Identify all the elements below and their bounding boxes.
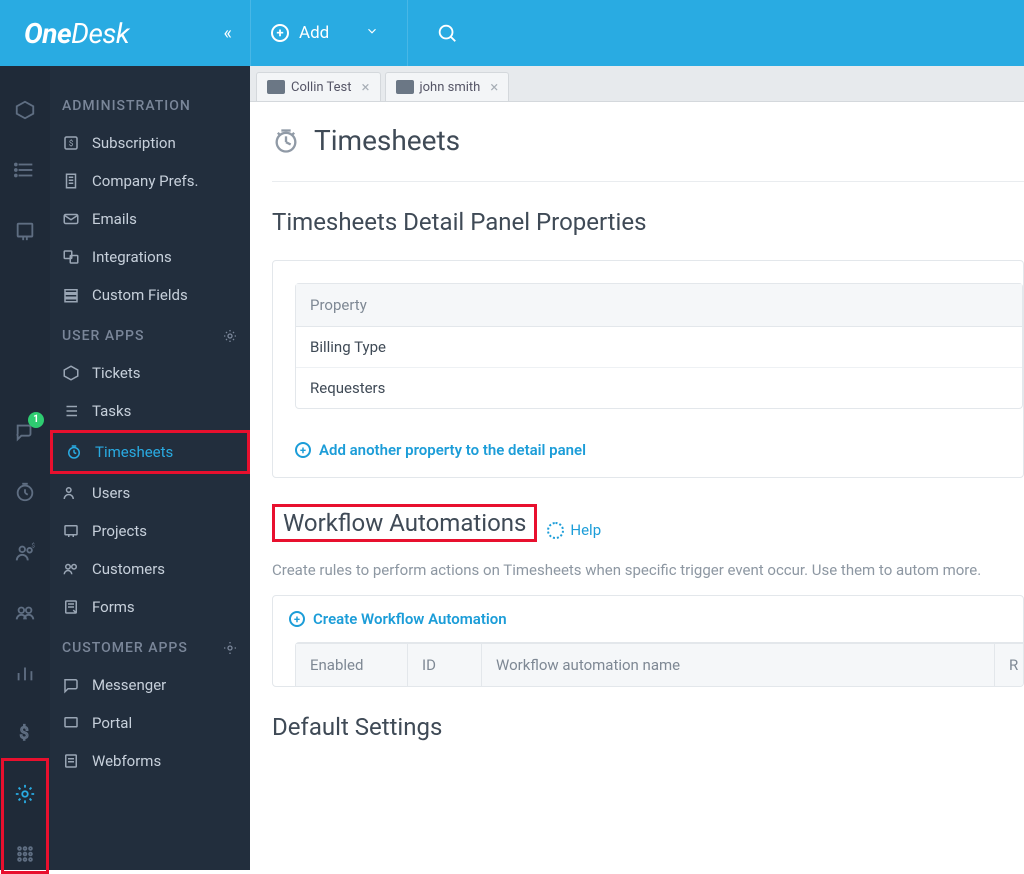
customers-icon [62, 560, 80, 578]
nav-company-prefs[interactable]: Company Prefs. [50, 162, 250, 200]
fields-icon [62, 286, 80, 304]
page-header: Timesheets [272, 124, 1024, 182]
rail-finance-icon[interactable]: $ [0, 717, 50, 749]
tasks-icon [62, 402, 80, 420]
building-icon [62, 172, 80, 190]
spinner-icon [547, 522, 564, 539]
close-icon[interactable]: × [362, 78, 370, 96]
workflow-table-header: Enabled ID Workflow automation name R [296, 643, 1023, 686]
help-link[interactable]: Help [547, 521, 601, 539]
logo-area: OneDesk « [0, 0, 250, 66]
nav-portal[interactable]: Portal [50, 704, 250, 742]
nav-tasks[interactable]: Tasks [50, 392, 250, 430]
detail-panel-heading: Timesheets Detail Panel Properties [272, 208, 646, 236]
nav-messenger[interactable]: Messenger [50, 666, 250, 704]
plus-circle-icon: + [271, 24, 289, 42]
clock-icon [65, 443, 83, 461]
close-icon[interactable]: × [490, 78, 498, 96]
rail-customers-icon[interactable] [0, 597, 50, 629]
property-row[interactable]: Billing Type [296, 327, 1022, 368]
top-actions: + Add [250, 0, 1024, 66]
chevron-down-icon [365, 23, 379, 43]
section-user-apps: USER APPS [50, 314, 250, 354]
plus-circle-icon: + [289, 611, 305, 627]
nav-integrations[interactable]: Integrations [50, 238, 250, 276]
avatar-icon [396, 80, 414, 94]
section-administration: ADMINISTRATION [50, 84, 250, 124]
rail-users-icon[interactable]: $ [0, 536, 50, 568]
sidebar: ADMINISTRATION $Subscription Company Pre… [50, 66, 250, 870]
logo: OneDesk [24, 17, 129, 50]
clock-icon [272, 127, 300, 155]
avatar-icon [267, 80, 285, 94]
search-icon [436, 22, 458, 44]
main-area: Collin Test× john smith× Timesheets Time… [250, 66, 1024, 870]
nav-webforms[interactable]: Webforms [50, 742, 250, 780]
rail-tickets-icon[interactable] [0, 94, 50, 126]
nav-forms[interactable]: Forms [50, 588, 250, 626]
users-icon [62, 484, 80, 502]
svg-text:$: $ [69, 138, 74, 149]
col-name: Workflow automation name [482, 644, 995, 686]
page-title: Timesheets [314, 124, 460, 157]
gear-icon[interactable] [222, 640, 238, 656]
gear-icon[interactable] [222, 328, 238, 344]
add-label: Add [299, 23, 329, 43]
mail-icon [62, 210, 80, 228]
rail-highlight [1, 758, 49, 874]
nav-customers[interactable]: Customers [50, 550, 250, 588]
nav-custom-fields[interactable]: Custom Fields [50, 276, 250, 314]
property-row[interactable]: Requesters [296, 368, 1022, 408]
svg-text:$: $ [31, 542, 35, 550]
tab-collin-test[interactable]: Collin Test× [256, 72, 381, 101]
col-r: R [995, 644, 1023, 686]
badge-count: 1 [28, 412, 44, 428]
form-icon [62, 598, 80, 616]
workflow-description: Create rules to perform actions on Times… [272, 560, 1024, 581]
svg-text:$: $ [20, 725, 29, 744]
nav-emails[interactable]: Emails [50, 200, 250, 238]
rail-tasks-icon[interactable] [0, 154, 50, 186]
property-column-header: Property [296, 284, 1022, 327]
chat-icon [62, 676, 80, 694]
dollar-icon: $ [62, 134, 80, 152]
rail-projects-icon[interactable] [0, 215, 50, 247]
rail-messages-icon[interactable]: 1 [0, 416, 50, 448]
tab-strip: Collin Test× john smith× [250, 66, 1024, 102]
link-icon [62, 248, 80, 266]
rail-timesheets-icon[interactable] [0, 476, 50, 508]
projects-icon [62, 522, 80, 540]
create-workflow-link[interactable]: + Create Workflow Automation [289, 610, 1007, 628]
webform-icon [62, 752, 80, 770]
section-customer-apps: CUSTOMER APPS [50, 626, 250, 666]
nav-users[interactable]: Users [50, 474, 250, 512]
default-settings-heading: Default Settings [272, 713, 442, 741]
collapse-sidebar-button[interactable]: « [220, 19, 236, 48]
nav-tickets[interactable]: Tickets [50, 354, 250, 392]
search-button[interactable] [408, 0, 486, 66]
nav-subscription[interactable]: $Subscription [50, 124, 250, 162]
nav-timesheets[interactable]: Timesheets [50, 430, 250, 474]
ticket-icon [62, 364, 80, 382]
workflow-automations-heading: Workflow Automations [272, 504, 537, 542]
portal-icon [62, 714, 80, 732]
nav-projects[interactable]: Projects [50, 512, 250, 550]
add-property-link[interactable]: + Add another property to the detail pan… [273, 427, 1023, 477]
col-enabled: Enabled [296, 644, 408, 686]
plus-circle-icon: + [295, 442, 311, 458]
add-button[interactable]: + Add [250, 0, 408, 66]
rail-analytics-icon[interactable] [0, 657, 50, 689]
top-bar: OneDesk « + Add [0, 0, 1024, 66]
icon-rail: 1 $ $ [0, 66, 50, 870]
col-id: ID [408, 644, 482, 686]
tab-john-smith[interactable]: john smith× [385, 72, 510, 101]
